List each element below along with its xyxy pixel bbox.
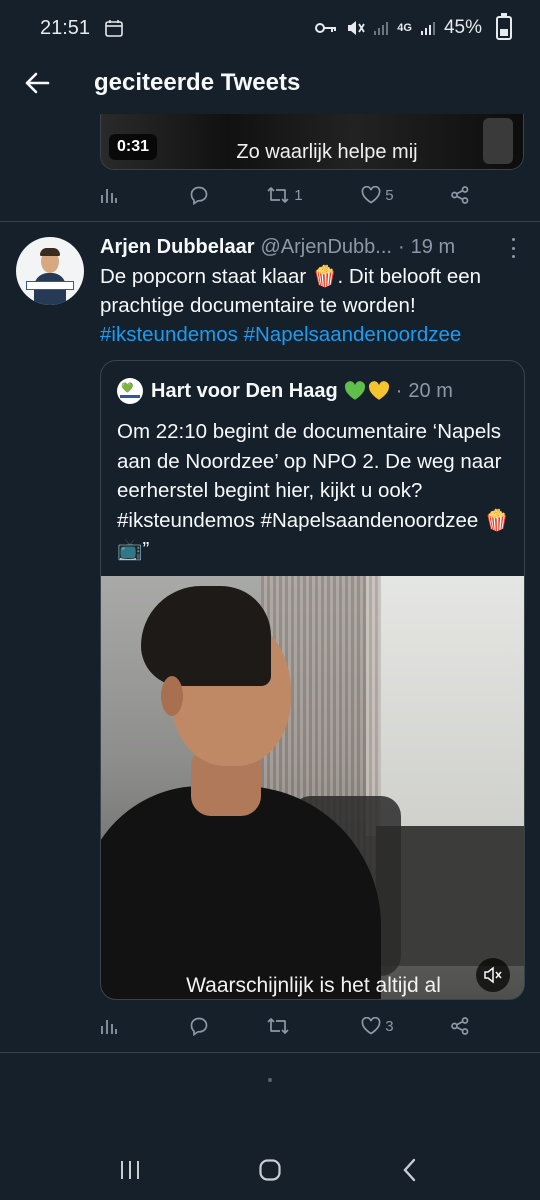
author-handle[interactable]: @ArjenDubb... [260,236,391,259]
back-button[interactable] [0,56,74,110]
tweet-divider [0,1052,540,1053]
quoted-tweet-header: Hart voor Den Haag · 20 m [151,377,453,405]
signal-icon [374,22,389,35]
back-arrow-icon [25,72,50,94]
nav-back-button[interactable] [380,1145,440,1195]
reply-icon [190,1017,208,1036]
system-nav-bar [0,1140,540,1200]
separator: · [397,235,405,258]
quoted-avatar: 💚 [117,378,143,404]
reply-button[interactable] [189,1009,266,1043]
tweet-header: Arjen Dubbelaar @ArjenDubb... · 19 m [100,234,520,260]
avatar[interactable] [16,237,84,305]
status-icons: 4G 45% [315,13,512,40]
separator: · [395,379,403,402]
retweet-icon [267,187,289,203]
recents-icon [121,1161,139,1179]
video-subtitle: Zo waarlijk helpe mij [236,141,418,163]
like-button[interactable]: 3 [361,1009,450,1043]
tweet-text: De popcorn staat klaar 🍿. Dit belooft ee… [100,262,520,349]
retweet-count: 1 [294,186,303,204]
mute-icon [348,21,366,35]
hashtag-link[interactable]: #Napelsaandenoordzee [244,323,462,346]
stats-icon [101,1020,117,1034]
like-count: 5 [385,186,394,204]
recents-button[interactable] [100,1145,160,1195]
share-button[interactable] [450,1009,480,1043]
battery-percent: 45% [443,17,482,38]
mute-button[interactable] [476,958,510,992]
tweet-time[interactable]: 19 m [411,236,455,259]
quoted-tweet-time: 20 m [408,379,453,402]
share-button[interactable] [450,178,480,212]
heart-emojis [344,381,390,401]
nav-back-icon [403,1158,416,1182]
home-button[interactable] [240,1145,300,1195]
status-time: 21:51 [40,16,91,39]
like-button[interactable]: 5 [361,178,450,212]
video-subtitle: Waarschijnlijk is het altijd al [186,974,441,997]
green-heart-icon [344,381,365,400]
app-bar: geciteerde Tweets [0,56,540,110]
volume-off-icon [484,966,502,984]
yellow-heart-icon [368,381,389,400]
quoted-tweet[interactable]: 💚 Hart voor Den Haag · 20 m Om 22:10 beg… [100,360,525,1000]
quoted-tweet-text: Om 22:10 begint de documentaire ‘Napels … [117,420,510,561]
author-name[interactable]: Arjen Dubbelaar [100,236,254,259]
like-count: 3 [385,1017,394,1035]
share-icon [451,186,469,204]
retweet-icon [267,1018,289,1034]
reply-button[interactable] [189,178,266,212]
hashtag-link[interactable]: #iksteundemos [100,323,238,346]
quoted-tweet-video[interactable]: Waarschijnlijk is het altijd al [101,576,524,999]
battery-icon [496,13,512,40]
network-type: 4G [397,22,412,34]
previous-tweet-actions: 1 5 [100,178,480,212]
signal-icon [420,22,435,35]
popcorn-emoji: 🍿 [311,265,338,288]
page-title: geciteerde Tweets [94,69,301,96]
retweet-button[interactable] [266,1009,361,1043]
home-icon [259,1159,281,1181]
more-icon[interactable] [508,238,518,258]
like-icon [361,186,381,204]
previous-tweet-video[interactable]: 0:31 Zo waarlijk helpe mij [100,114,524,170]
share-icon [451,1017,469,1035]
key-icon [315,23,337,33]
retweet-button[interactable]: 1 [266,178,361,212]
status-bar: 21:51 4G 45% [0,0,540,56]
stats-button[interactable] [100,1009,189,1043]
quoted-author-name: Hart voor Den Haag [151,379,338,402]
loading-indicator [268,1078,272,1082]
calendar-icon [105,20,123,37]
stats-icon [101,189,117,203]
stats-button[interactable] [100,178,189,212]
tweet-actions: 3 [100,1009,480,1043]
reply-icon [190,186,208,205]
tweet-divider [0,221,540,222]
like-icon [361,1017,381,1035]
tweet-text-part: De popcorn staat klaar [100,265,312,288]
